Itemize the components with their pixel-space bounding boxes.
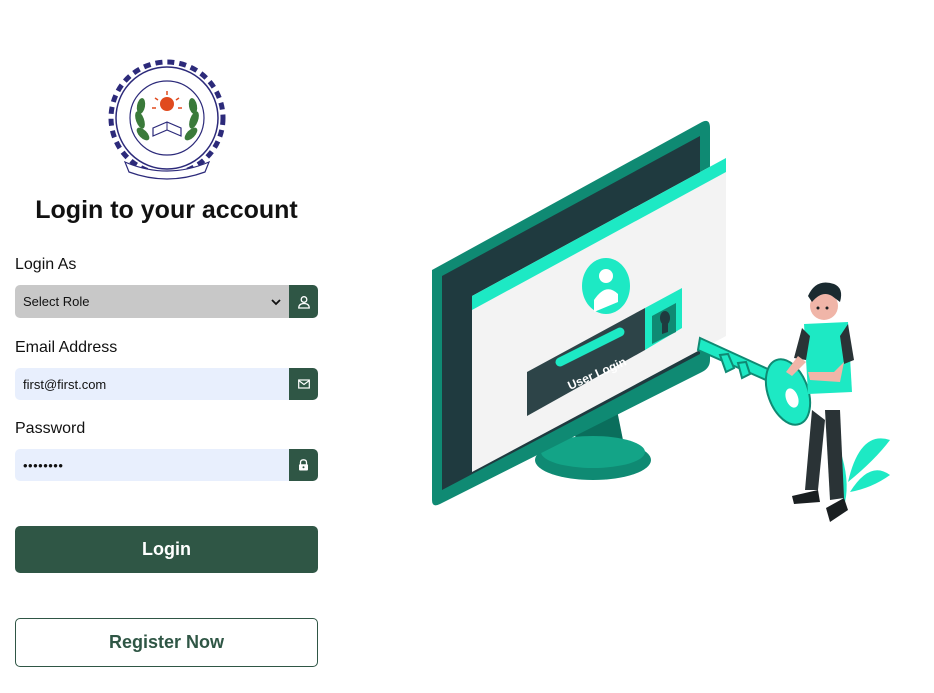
user-icon	[289, 285, 318, 318]
user-login-illustration: User Login	[420, 110, 900, 540]
login-button[interactable]: Login	[15, 526, 318, 573]
page-title: Login to your account	[35, 196, 298, 224]
role-select[interactable]: Select Role	[15, 285, 289, 318]
email-field-group: first@first.com	[15, 368, 318, 400]
password-label: Password	[15, 420, 86, 437]
mail-icon	[289, 368, 318, 400]
lock-icon	[289, 449, 318, 481]
role-select-group: Select Role	[15, 285, 318, 318]
role-select-value: Select Role	[23, 294, 90, 309]
email-label: Email Address	[15, 339, 118, 356]
password-field[interactable]: ••••••••	[15, 449, 289, 481]
login-page: Login to your account Login As Select Ro…	[0, 0, 934, 693]
register-button[interactable]: Register Now	[15, 618, 318, 667]
chevron-down-icon	[271, 294, 281, 309]
institute-logo	[105, 58, 229, 182]
password-field-group: ••••••••	[15, 449, 318, 481]
email-field[interactable]: first@first.com	[15, 368, 289, 400]
role-label: Login As	[15, 256, 77, 273]
